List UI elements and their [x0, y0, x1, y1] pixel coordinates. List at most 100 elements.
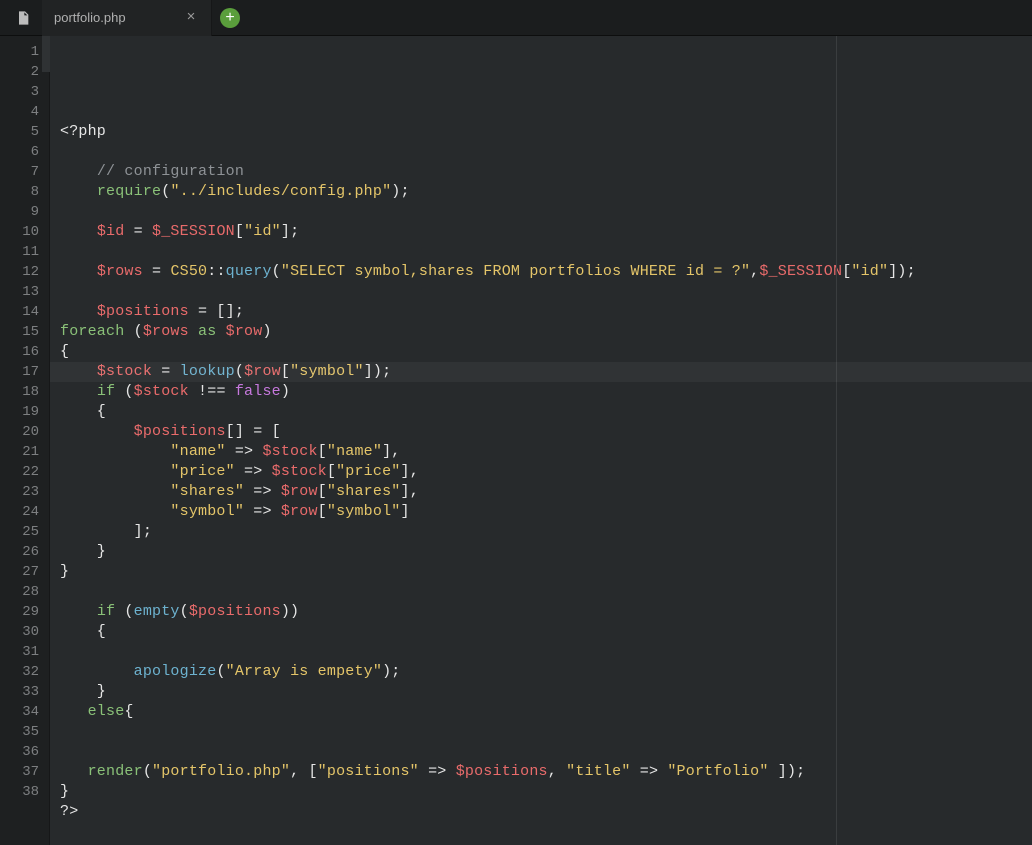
code-token: "title" [566, 763, 630, 780]
code-token: } [60, 543, 106, 560]
code-token: $stock [272, 463, 327, 480]
code-token: require [97, 183, 161, 200]
code-line[interactable]: else{ [60, 702, 1032, 722]
code-token: $_SESSION [152, 223, 235, 240]
code-token: !== [189, 383, 235, 400]
code-token [216, 323, 225, 340]
code-line[interactable] [60, 202, 1032, 222]
line-number: 30 [0, 622, 49, 642]
code-token: "../includes/config.php" [170, 183, 391, 200]
code-line[interactable]: <?php [60, 122, 1032, 142]
code-token: { [60, 343, 69, 360]
code-line[interactable] [60, 142, 1032, 162]
code-token: => [244, 503, 281, 520]
code-token [60, 423, 134, 440]
code-line[interactable] [60, 642, 1032, 662]
line-number: 15 [0, 322, 49, 342]
code-line[interactable]: ?> [60, 802, 1032, 822]
line-number: 5 [0, 122, 49, 142]
code-token: , [750, 263, 759, 280]
code-token: ( [216, 663, 225, 680]
line-number: 4 [0, 102, 49, 122]
code-line[interactable]: $positions = []; [60, 302, 1032, 322]
code-token: [ [842, 263, 851, 280]
code-line[interactable]: "name" => $stock["name"], [60, 442, 1032, 462]
code-area[interactable]: <?php // configuration require("../inclu… [50, 36, 1032, 845]
code-line[interactable]: if ($stock !== false) [60, 382, 1032, 402]
code-token: ]); [888, 263, 916, 280]
editor: 1234567891011121314151617181920212223242… [0, 36, 1032, 845]
code-token [60, 263, 97, 280]
code-token: ); [382, 663, 400, 680]
code-token: } [60, 683, 106, 700]
code-line[interactable]: apologize("Array is empety"); [60, 662, 1032, 682]
line-number: 22 [0, 462, 49, 482]
code-token: "Portfolio" [667, 763, 768, 780]
code-token: , [548, 763, 566, 780]
code-token: ( [272, 263, 281, 280]
code-line[interactable]: } [60, 562, 1032, 582]
code-line[interactable]: { [60, 342, 1032, 362]
code-line[interactable]: require("../includes/config.php"); [60, 182, 1032, 202]
code-line[interactable]: if (empty($positions)) [60, 602, 1032, 622]
line-number: 18 [0, 382, 49, 402]
line-number: 8 [0, 182, 49, 202]
code-token: ) [281, 383, 290, 400]
line-number: 16 [0, 342, 49, 362]
code-token: "name" [170, 443, 225, 460]
code-token: else [88, 703, 125, 720]
code-token: "symbol" [170, 503, 244, 520]
close-icon[interactable]: × [183, 10, 199, 26]
code-token: { [60, 623, 106, 640]
code-line[interactable] [60, 242, 1032, 262]
line-number: 19 [0, 402, 49, 422]
code-token [60, 163, 97, 180]
code-line[interactable]: render("portfolio.php", ["positions" => … [60, 762, 1032, 782]
code-line[interactable] [60, 722, 1032, 742]
new-tab-button[interactable]: + [220, 8, 240, 28]
code-token: "id" [244, 223, 281, 240]
line-number: 26 [0, 542, 49, 562]
code-token [60, 663, 134, 680]
code-line[interactable]: $id = $_SESSION["id"]; [60, 222, 1032, 242]
code-line[interactable]: // configuration [60, 162, 1032, 182]
code-line[interactable]: foreach ($rows as $row) [60, 322, 1032, 342]
code-line[interactable] [60, 282, 1032, 302]
code-line[interactable]: $stock = lookup($row["symbol"]); [60, 362, 1032, 382]
code-line[interactable]: } [60, 782, 1032, 802]
code-line[interactable]: { [60, 402, 1032, 422]
tab-portfolio-php[interactable]: portfolio.php× [42, 0, 212, 36]
line-number: 34 [0, 702, 49, 722]
code-line[interactable] [60, 742, 1032, 762]
code-token [60, 303, 97, 320]
code-token: ( [124, 323, 142, 340]
code-line[interactable]: $positions[] = [ [60, 422, 1032, 442]
code-line[interactable]: $rows = CS50::query("SELECT symbol,share… [60, 262, 1032, 282]
code-token: render [88, 763, 143, 780]
code-token [60, 703, 88, 720]
code-line[interactable]: "price" => $stock["price"], [60, 462, 1032, 482]
code-token: => [244, 483, 281, 500]
code-line[interactable]: } [60, 682, 1032, 702]
code-line[interactable]: "symbol" => $row["symbol"] [60, 502, 1032, 522]
code-token [60, 483, 170, 500]
code-line[interactable] [60, 582, 1032, 602]
code-token: )) [281, 603, 299, 620]
code-line[interactable]: { [60, 622, 1032, 642]
code-token: "id" [851, 263, 888, 280]
code-token: [ [318, 503, 327, 520]
code-token: ]; [60, 523, 152, 540]
code-token: CS50 [170, 263, 207, 280]
code-line[interactable]: } [60, 542, 1032, 562]
code-token: ( [143, 763, 152, 780]
code-line[interactable]: "shares" => $row["shares"], [60, 482, 1032, 502]
code-token: $positions [97, 303, 189, 320]
code-token: $row [281, 483, 318, 500]
column-ruler [836, 36, 837, 845]
code-token: } [60, 563, 69, 580]
line-number: 23 [0, 482, 49, 502]
code-line[interactable] [60, 822, 1032, 842]
file-browser-icon[interactable] [4, 0, 42, 36]
code-line[interactable]: ]; [60, 522, 1032, 542]
code-token: = [152, 363, 180, 380]
